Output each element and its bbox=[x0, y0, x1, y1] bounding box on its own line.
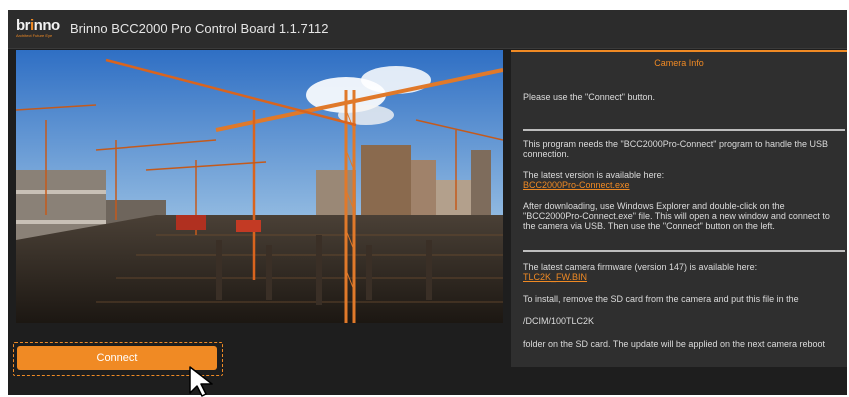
firmware-link[interactable]: TLC2K_FW.BIN bbox=[523, 272, 587, 282]
connect-prompt: Please use the "Connect" button. bbox=[523, 92, 655, 102]
connect-exe-link[interactable]: BCC2000Pro-Connect.exe bbox=[523, 180, 630, 190]
logo-tagline: Architect Future Eye bbox=[16, 33, 53, 38]
divider bbox=[523, 250, 845, 252]
brinno-logo-icon: brinno Architect Future Eye bbox=[16, 18, 60, 38]
logo-wordmark: brinno bbox=[16, 17, 60, 34]
firmware-text: The latest camera firmware (version 147)… bbox=[523, 262, 758, 272]
connect-button[interactable]: Connect bbox=[17, 346, 217, 370]
camera-info-panel: Camera Info Please use the "Connect" but… bbox=[511, 50, 847, 367]
title-bar: brinno Architect Future Eye Brinno BCC20… bbox=[8, 10, 847, 49]
after-download-text: After downloading, use Windows Explorer … bbox=[523, 201, 830, 231]
needs-program-text: This program needs the "BCC2000Pro-Conne… bbox=[523, 139, 829, 159]
camera-info-header: Camera Info bbox=[654, 58, 704, 68]
latest-version-text: The latest version is available here: bbox=[523, 170, 665, 180]
install-text: To install, remove the SD card from the … bbox=[523, 294, 799, 304]
window-title: Brinno BCC2000 Pro Control Board 1.1.711… bbox=[70, 21, 329, 36]
divider bbox=[523, 129, 845, 131]
folder-text: folder on the SD card. The update will b… bbox=[523, 339, 826, 349]
camera-preview-image bbox=[16, 50, 503, 323]
app-window: brinno Architect Future Eye Brinno BCC20… bbox=[8, 10, 847, 397]
folder-path: /DCIM/100TLC2K bbox=[523, 316, 595, 326]
mouse-pointer-icon bbox=[189, 366, 213, 397]
